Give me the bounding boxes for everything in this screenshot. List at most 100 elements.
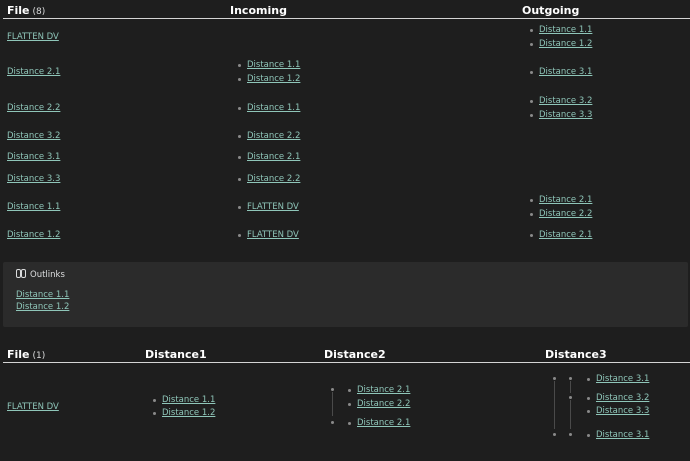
list-item: Distance 2.1 <box>348 418 410 428</box>
outlink[interactable]: Distance 1.2 <box>16 302 69 312</box>
table1-header-outgoing[interactable]: Outgoing <box>522 4 579 17</box>
bullet-icon <box>530 113 533 117</box>
outlinks-title: Outlinks <box>16 269 65 281</box>
bullet-icon <box>530 198 533 202</box>
incoming-link[interactable]: Distance 1.1 <box>247 60 300 70</box>
bullet-icon <box>238 205 241 209</box>
bullet-icon <box>530 99 533 103</box>
list-item: Distance 3.2 <box>587 393 649 403</box>
nest-guide-line <box>332 392 333 416</box>
file-link[interactable]: Distance 2.2 <box>7 103 60 113</box>
bullet-icon <box>587 409 590 413</box>
list-item: Distance 1.1 <box>238 103 300 113</box>
table1-header-incoming[interactable]: Incoming <box>230 4 287 17</box>
list-item: Distance 2.2 <box>530 209 592 219</box>
list-item: Distance 3.1 <box>587 430 649 440</box>
outlinks-callout: Outlinks Distance 1.1 Distance 1.2 <box>3 262 688 327</box>
file-count: (8) <box>32 7 46 17</box>
nest-guide-line <box>554 381 555 429</box>
outgoing-link[interactable]: Distance 3.1 <box>539 67 592 77</box>
distance2-link[interactable]: Distance 2.1 <box>357 418 410 428</box>
outer-bullet-icon <box>553 377 556 380</box>
header-label: File <box>7 348 30 361</box>
bullet-icon <box>238 63 241 67</box>
incoming-link[interactable]: Distance 1.2 <box>247 74 300 84</box>
list-item: Distance 1.2 <box>530 39 592 49</box>
distance2-link[interactable]: Distance 2.2 <box>357 399 410 409</box>
list-item: Distance 2.1 <box>348 385 410 395</box>
outer-bullet-icon <box>553 433 556 436</box>
bullet-icon <box>238 177 241 181</box>
file-link[interactable]: Distance 2.1 <box>7 67 60 77</box>
list-item: Distance 2.2 <box>348 399 410 409</box>
outer-bullet-icon <box>331 388 334 391</box>
bullet-icon <box>238 134 241 138</box>
incoming-link[interactable]: Distance 1.1 <box>247 103 300 113</box>
list-item: Distance 1.2 <box>153 408 215 418</box>
bullet-icon <box>530 28 533 32</box>
table2-header-distance3[interactable]: Distance3 <box>545 348 607 361</box>
file-link[interactable]: Distance 1.1 <box>7 202 60 212</box>
outgoing-link[interactable]: Distance 3.3 <box>539 110 592 120</box>
list-item: Distance 2.2 <box>238 174 300 184</box>
table1-header-file[interactable]: File (8) <box>7 4 45 17</box>
incoming-link[interactable]: FLATTEN DV <box>247 230 299 240</box>
incoming-link[interactable]: Distance 2.2 <box>247 174 300 184</box>
file-link[interactable]: Distance 3.2 <box>7 131 60 141</box>
list-item: Distance 2.1 <box>530 230 592 240</box>
distance3-link[interactable]: Distance 3.1 <box>596 430 649 440</box>
list-item: Distance 2.1 <box>238 152 300 162</box>
file-link[interactable]: FLATTEN DV <box>7 402 59 412</box>
file-count: (1) <box>32 351 46 361</box>
distance1-link[interactable]: Distance 1.1 <box>162 395 215 405</box>
bullet-icon <box>238 233 241 237</box>
nest-guide-line <box>570 381 571 393</box>
bullet-icon <box>530 42 533 46</box>
outlink[interactable]: Distance 1.1 <box>16 290 69 300</box>
bullet-icon <box>153 411 156 415</box>
file-link[interactable]: Distance 3.3 <box>7 174 60 184</box>
list-item: FLATTEN DV <box>238 202 299 212</box>
distance3-link[interactable]: Distance 3.1 <box>596 374 649 384</box>
header-label: File <box>7 4 30 17</box>
outgoing-link[interactable]: Distance 2.1 <box>539 230 592 240</box>
list-item: Distance 3.3 <box>587 406 649 416</box>
middle-bullet-icon <box>569 396 572 399</box>
distance3-link[interactable]: Distance 3.2 <box>596 393 649 403</box>
distance1-link[interactable]: Distance 1.2 <box>162 408 215 418</box>
bullet-icon <box>587 396 590 400</box>
outgoing-link[interactable]: Distance 3.2 <box>539 96 592 106</box>
list-item: Distance 3.1 <box>587 374 649 384</box>
bullet-icon <box>238 155 241 159</box>
list-item: Distance 1.1 <box>238 60 300 70</box>
table1-header-divider <box>3 18 690 19</box>
bullet-icon <box>348 402 351 406</box>
table2-header-distance1[interactable]: Distance1 <box>145 348 207 361</box>
outgoing-link[interactable]: Distance 2.2 <box>539 209 592 219</box>
file-link[interactable]: FLATTEN DV <box>7 32 59 42</box>
bullet-icon <box>153 398 156 402</box>
bullet-icon <box>530 212 533 216</box>
link-icon <box>16 269 26 281</box>
distance2-link[interactable]: Distance 2.1 <box>357 385 410 395</box>
incoming-link[interactable]: Distance 2.1 <box>247 152 300 162</box>
table2-header-file[interactable]: File (1) <box>7 348 45 361</box>
file-link[interactable]: Distance 3.1 <box>7 152 60 162</box>
list-item: Distance 3.1 <box>530 67 592 77</box>
incoming-link[interactable]: FLATTEN DV <box>247 202 299 212</box>
outgoing-link[interactable]: Distance 1.2 <box>539 39 592 49</box>
incoming-link[interactable]: Distance 2.2 <box>247 131 300 141</box>
bullet-icon <box>348 421 351 425</box>
bullet-icon <box>238 77 241 81</box>
table2-header-distance2[interactable]: Distance2 <box>324 348 386 361</box>
list-item: Distance 2.1 <box>530 195 592 205</box>
list-item: Distance 3.2 <box>530 96 592 106</box>
nest-guide-line <box>570 400 571 429</box>
distance3-link[interactable]: Distance 3.3 <box>596 406 649 416</box>
outgoing-link[interactable]: Distance 1.1 <box>539 25 592 35</box>
file-link[interactable]: Distance 1.2 <box>7 230 60 240</box>
bullet-icon <box>530 70 533 74</box>
outgoing-link[interactable]: Distance 2.1 <box>539 195 592 205</box>
bullet-icon <box>587 377 590 381</box>
list-item: FLATTEN DV <box>238 230 299 240</box>
